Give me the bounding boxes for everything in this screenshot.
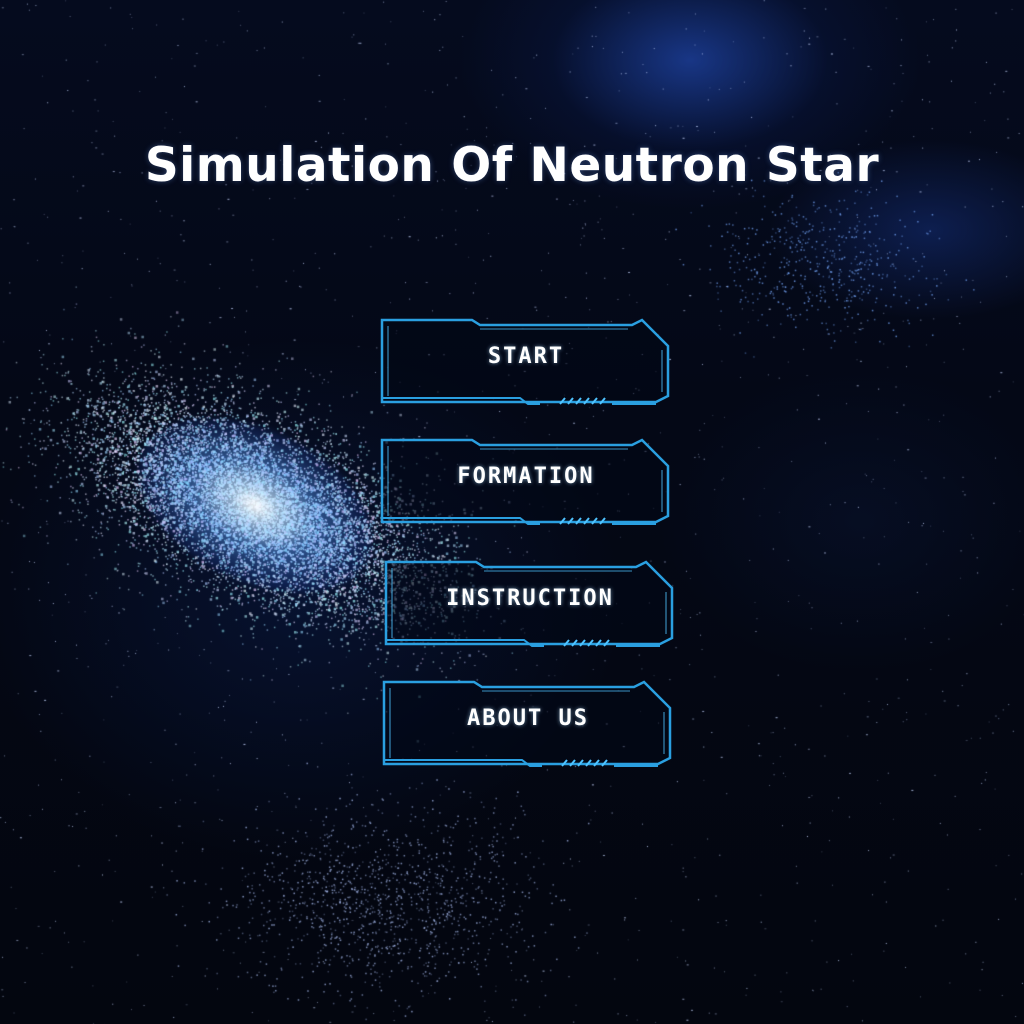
- about-us-button-label: ABOUT US: [467, 706, 589, 731]
- formation-button[interactable]: FORMATION: [380, 436, 672, 526]
- start-button-label: START: [487, 344, 565, 369]
- formation-button-label: FORMATION: [457, 464, 595, 489]
- main-menu: START FORMATION INSTRUCTION ABOUT US: [0, 0, 1024, 1024]
- main-menu-screen: Simulation Of Neutron Star START FORMATI…: [0, 0, 1024, 1024]
- start-button[interactable]: START: [380, 316, 672, 406]
- instruction-button[interactable]: INSTRUCTION: [384, 558, 676, 648]
- instruction-button-label: INSTRUCTION: [446, 586, 614, 611]
- about-us-button[interactable]: ABOUT US: [382, 678, 674, 768]
